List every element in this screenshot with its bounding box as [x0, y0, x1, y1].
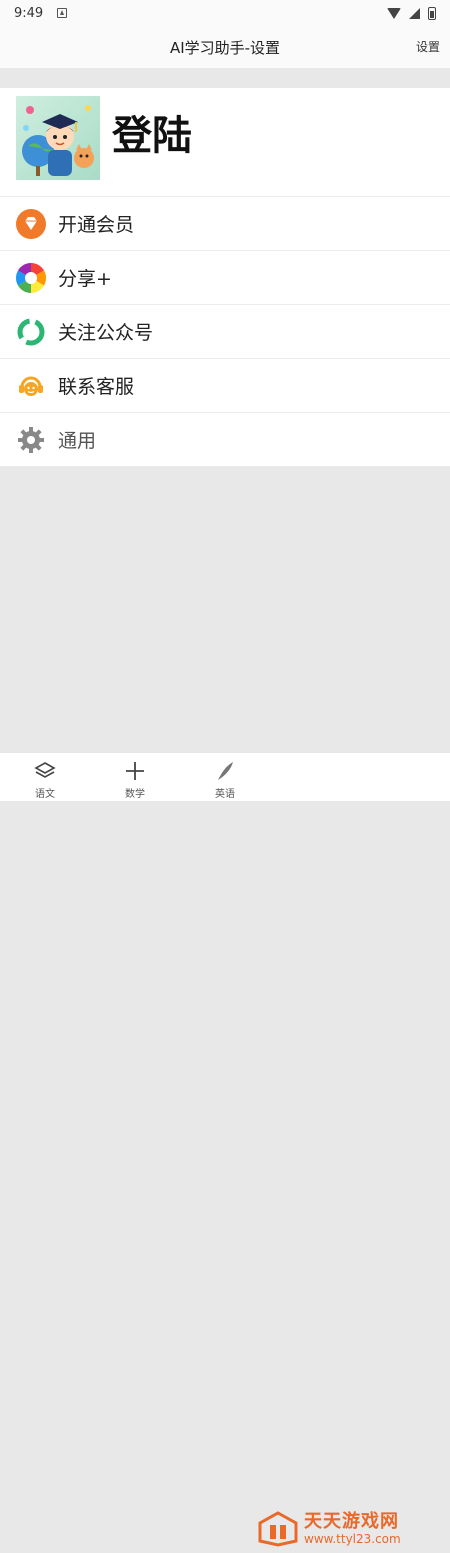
status-time: 9:49 [14, 5, 44, 21]
profile-card[interactable]: 登陆 [0, 88, 450, 197]
settings-button[interactable]: 设置 [416, 38, 440, 55]
watermark-logo-icon [258, 1511, 298, 1547]
menu-item-label: 通用 [58, 430, 97, 452]
status-icons [387, 6, 436, 20]
avatar-graduate-image [22, 105, 94, 176]
signal-icon [409, 7, 420, 19]
avatar[interactable] [16, 96, 100, 180]
menu-item-follow-account[interactable]: 关注公众号 [0, 305, 450, 359]
menu-item-label: 开通会员 [58, 214, 135, 236]
plus-icon [126, 762, 144, 780]
settings-menu: 开通会员 分享+ 关注公众号 联系客服 通用 [0, 197, 450, 467]
menu-item-vip[interactable]: 开通会员 [0, 197, 450, 251]
vip-diamond-icon [16, 208, 46, 239]
tab-english[interactable]: 英语 [180, 753, 270, 801]
menu-item-general[interactable]: 通用 [0, 413, 450, 467]
tab-label: 数学 [125, 789, 145, 800]
tab-chinese[interactable]: 语文 [0, 753, 90, 801]
bottom-tab-bar: 语文 数学 英语 天天游戏网 www.ttyl23.com [0, 752, 450, 1547]
customer-service-icon [16, 371, 46, 401]
menu-item-label: 分享+ [58, 268, 112, 290]
menu-item-share[interactable]: 分享+ [0, 251, 450, 305]
menu-item-label: 关注公众号 [58, 322, 154, 344]
tab-math[interactable]: 数学 [90, 753, 180, 801]
layers-icon [34, 762, 56, 778]
login-label[interactable]: 登陆 [112, 116, 192, 156]
wechat-official-account-icon [16, 317, 46, 347]
page-title: AI学习助手-设置 [169, 38, 281, 57]
menu-item-customer-service[interactable]: 联系客服 [0, 359, 450, 413]
feather-icon [218, 762, 233, 780]
menu-item-label: 联系客服 [58, 376, 135, 398]
watermark-name: 天天游戏网 [304, 1510, 399, 1532]
gear-icon [16, 425, 46, 455]
title-bar: AI学习助手-设置 设置 [0, 26, 450, 68]
tab-label: 语文 [35, 789, 55, 800]
tab-label: 英语 [215, 789, 235, 800]
notification-icon [57, 8, 68, 18]
wifi-icon [387, 7, 401, 19]
status-bar: 9:49 [0, 0, 450, 26]
battery-icon [428, 6, 436, 20]
watermark: 天天游戏网 www.ttyl23.com [258, 1505, 450, 1553]
share-aperture-icon [16, 262, 46, 293]
watermark-url: www.ttyl23.com [304, 1531, 401, 1546]
